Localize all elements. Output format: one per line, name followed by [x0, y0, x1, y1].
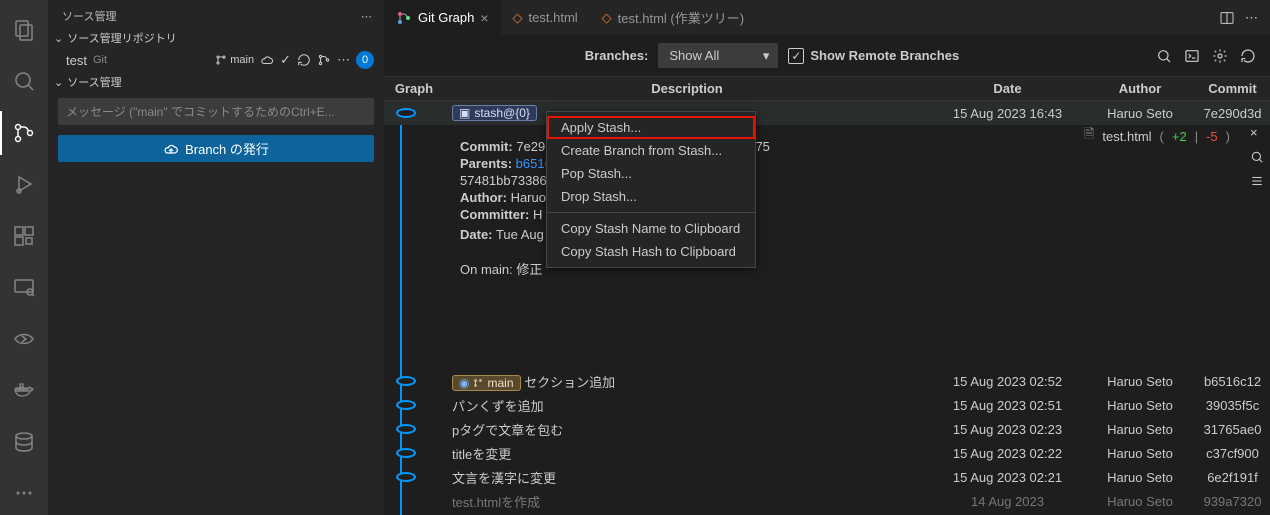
tab-file1[interactable]: ◇ test.html [501, 0, 590, 35]
publish-branch-button[interactable]: Branch の発行 [58, 135, 374, 162]
col-description: Description [444, 77, 930, 100]
close-detail-icon[interactable]: × [1250, 125, 1264, 140]
branches-label: Branches: [585, 48, 649, 63]
commit-dot [396, 424, 416, 434]
commit-row[interactable]: test.htmlを作成 14 Aug 2023Haruo Seto939a73… [384, 489, 1270, 513]
review-icon[interactable] [1250, 150, 1264, 164]
menu-drop-stash[interactable]: Drop Stash... [547, 185, 755, 208]
tab-file2[interactable]: ◇ test.html (作業ツリー) [590, 0, 756, 35]
branch-icon [473, 378, 483, 388]
graph-body: ▣stash@{0} 15 Aug 2023 16:43 Haruo Seto … [384, 101, 1270, 515]
stash-context-menu: Apply Stash... Create Branch from Stash.… [546, 111, 756, 268]
gear-icon[interactable] [1212, 48, 1228, 64]
col-date: Date [930, 77, 1085, 100]
gitlens-icon[interactable] [0, 317, 48, 361]
search-icon[interactable] [1156, 48, 1172, 64]
commit-dot [396, 108, 416, 118]
repo-section-header[interactable]: ⌄ ソース管理リポジトリ [48, 28, 384, 48]
close-icon[interactable]: × [480, 10, 488, 26]
commit-row[interactable]: 文言を漢字に変更 15 Aug 2023 02:21Haruo Seto6e2f… [384, 465, 1270, 489]
menu-create-branch-stash[interactable]: Create Branch from Stash... [547, 139, 755, 162]
repo-row[interactable]: test Git main ✓ ⋯ 0 [48, 48, 384, 72]
commit-dot [396, 400, 416, 410]
chevron-down-icon: ⌄ [54, 32, 63, 45]
repo-type: Git [93, 54, 107, 66]
col-commit: Commit [1195, 77, 1270, 100]
search-icon[interactable] [0, 60, 48, 104]
tab-bar: Git Graph × ◇ test.html ◇ test.html (作業ツ… [384, 0, 1270, 35]
source-control-icon[interactable] [0, 111, 48, 155]
graph-icon[interactable] [317, 53, 331, 67]
more-tab-icon[interactable]: ⋯ [1245, 10, 1258, 26]
list-icon[interactable] [1250, 174, 1264, 188]
html-file-icon: ◇ [602, 10, 612, 26]
commit-row[interactable]: titleを変更 15 Aug 2023 02:22Haruo Setoc37c… [384, 441, 1270, 465]
branches-select[interactable]: Show All [658, 43, 778, 68]
commit-row[interactable]: ▣stash@{0} 15 Aug 2023 16:43 Haruo Seto … [384, 101, 1270, 125]
database-icon[interactable] [0, 420, 48, 464]
refresh-icon[interactable] [1240, 48, 1256, 64]
more-icon[interactable]: ⋯ [361, 10, 372, 23]
cloud-upload-icon [163, 141, 179, 157]
sidebar-title: ソース管理 [62, 8, 116, 24]
terminal-icon[interactable] [1184, 48, 1200, 64]
check-icon[interactable]: ✓ [280, 52, 291, 68]
changes-badge: 0 [356, 51, 374, 69]
commit-dot [396, 448, 416, 458]
table-header: Graph Description Date Author Commit [384, 76, 1270, 101]
commit-dot [396, 472, 416, 482]
stash-tag: ▣stash@{0} [452, 105, 537, 121]
html-file-icon: ◇ [513, 10, 523, 26]
overflow-icon[interactable] [0, 472, 48, 515]
commit-row[interactable]: pタグで文章を包む 15 Aug 2023 02:23Haruo Seto317… [384, 417, 1270, 441]
cloud-icon[interactable] [260, 53, 274, 67]
gitgraph-tab-icon [396, 10, 412, 26]
editor-area: Git Graph × ◇ test.html ◇ test.html (作業ツ… [384, 0, 1270, 515]
file-icon: 🗎 [1084, 125, 1094, 147]
branch-indicator[interactable]: main [215, 54, 254, 66]
scm-section-header[interactable]: ⌄ ソース管理 [48, 72, 384, 92]
docker-icon[interactable] [0, 369, 48, 413]
commit-message-input[interactable]: メッセージ ("main" でコミットするためのCtrl+E... [58, 98, 374, 125]
gitgraph-toolbar: Branches: Show All ✓ Show Remote Branche… [384, 35, 1270, 76]
commit-row[interactable]: パンくずを追加 15 Aug 2023 02:51Haruo Seto39035… [384, 393, 1270, 417]
col-graph: Graph [384, 77, 444, 100]
more-actions-icon[interactable]: ⋯ [337, 52, 350, 68]
extensions-icon[interactable] [0, 214, 48, 258]
menu-copy-stash-name[interactable]: Copy Stash Name to Clipboard [547, 217, 755, 240]
explorer-icon[interactable] [0, 8, 48, 52]
menu-separator [547, 212, 755, 213]
remote-explorer-icon[interactable] [0, 266, 48, 310]
changed-file[interactable]: 🗎 test.html (+2 | -5 ) [1084, 125, 1230, 147]
head-indicator-icon: ◉ [459, 376, 469, 390]
run-debug-icon[interactable] [0, 163, 48, 207]
repo-name: test [66, 53, 87, 68]
col-author: Author [1085, 77, 1195, 100]
tab-gitgraph[interactable]: Git Graph × [384, 0, 501, 35]
commit-dot [396, 376, 416, 386]
split-editor-icon[interactable] [1219, 10, 1235, 26]
menu-copy-stash-hash[interactable]: Copy Stash Hash to Clipboard [547, 240, 755, 263]
menu-pop-stash[interactable]: Pop Stash... [547, 162, 755, 185]
commit-row[interactable]: ◉main セクション追加 15 Aug 2023 02:52 Haruo Se… [384, 369, 1270, 393]
checkbox-icon: ✓ [788, 48, 804, 64]
activity-bar [0, 0, 48, 515]
show-remote-checkbox[interactable]: ✓ Show Remote Branches [788, 48, 959, 64]
sidebar: ソース管理 ⋯ ⌄ ソース管理リポジトリ test Git main ✓ ⋯ 0… [48, 0, 384, 515]
refresh-icon[interactable] [297, 53, 311, 67]
stash-icon: ▣ [459, 106, 470, 120]
chevron-down-icon: ⌄ [54, 76, 63, 89]
main-branch-tag: ◉main [452, 375, 521, 391]
menu-apply-stash[interactable]: Apply Stash... [547, 116, 755, 139]
